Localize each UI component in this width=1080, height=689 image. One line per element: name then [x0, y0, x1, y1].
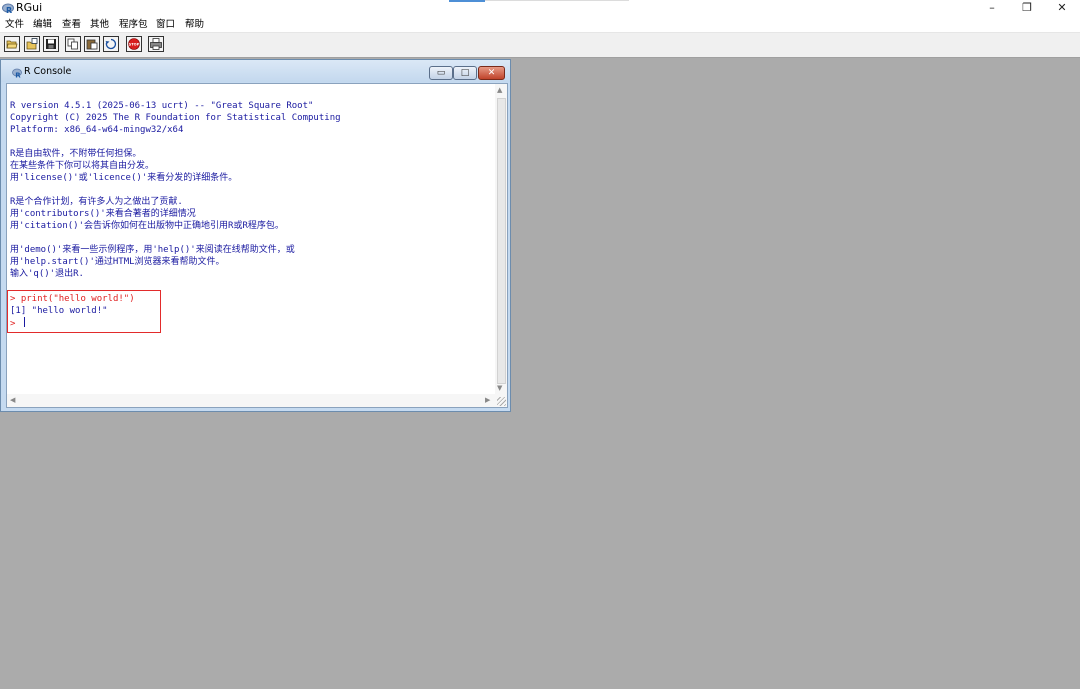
resize-grip-icon[interactable]	[497, 397, 506, 406]
copy-paste-icon	[105, 38, 117, 50]
r-console-window: R R Console ▭ □ ✕ R version 4.5.1 (2025-…	[0, 59, 511, 412]
svg-text:R: R	[6, 6, 12, 14]
highlight-box	[7, 290, 161, 333]
console-line: 用'help.start()'通过HTML浏览器来看帮助文件。	[10, 257, 225, 267]
console-line: Copyright (C) 2025 The R Foundation for …	[10, 113, 341, 123]
scroll-down-icon[interactable]: ▼	[497, 384, 502, 392]
toolbar: STOP	[0, 33, 1080, 58]
console-close-button[interactable]: ✕	[478, 66, 505, 80]
console-line: Platform: x86_64-w64-mingw32/x64	[10, 125, 184, 135]
save-workspace-icon	[46, 39, 56, 49]
scroll-up-icon[interactable]: ▲	[497, 86, 502, 94]
menu-bar: 文件 编辑 查看 其他 程序包 窗口 帮助	[0, 17, 1080, 33]
open-script-icon	[6, 40, 18, 49]
stop-label: STOP	[129, 43, 140, 47]
title-accent-line	[449, 0, 629, 2]
print-button[interactable]	[148, 36, 164, 52]
menu-file[interactable]: 文件	[3, 17, 26, 32]
print-icon	[150, 38, 162, 50]
copy-paste-button[interactable]	[103, 36, 119, 52]
load-workspace-button[interactable]	[24, 36, 40, 52]
console-line: 在某些条件下你可以将其自由分发。	[10, 161, 155, 171]
copy-icon	[67, 38, 78, 50]
stop-icon: STOP	[128, 38, 140, 50]
save-workspace-button[interactable]	[43, 36, 59, 52]
console-line: 用'demo()'来看一些示例程序，用'help()'来阅读在线帮助文件，或	[10, 245, 295, 255]
menu-misc[interactable]: 其他	[88, 17, 111, 32]
vertical-scroll-thumb[interactable]	[497, 98, 506, 384]
console-line: 用'citation()'会告诉你如何在出版物中正确地引用R或R程序包。	[10, 221, 284, 231]
console-line: R是自由软件，不附带任何担保。	[10, 149, 142, 159]
console-title: R Console	[24, 66, 72, 77]
console-line: 输入'q()'退出R.	[10, 269, 84, 279]
scroll-left-icon[interactable]: ◀	[10, 396, 15, 404]
rgui-app: R RGui – ❐ ✕ 文件 编辑 查看 其他 程序包 窗口 帮助 STOP …	[0, 0, 1080, 689]
stop-button[interactable]: STOP	[126, 36, 142, 52]
paste-icon	[86, 39, 98, 50]
console-maximize-button[interactable]: □	[453, 66, 477, 80]
console-line: 用'license()'或'licence()'来看分发的详细条件。	[10, 173, 238, 183]
console-title-bar[interactable]: R R Console ▭ □ ✕	[1, 60, 510, 82]
app-title: RGui	[16, 1, 43, 14]
console-output[interactable]: R version 4.5.1 (2025-06-13 ucrt) -- "Gr…	[6, 83, 508, 408]
console-line: R是个合作计划，有许多人为之做出了贡献.	[10, 197, 183, 207]
menu-help[interactable]: 帮助	[183, 17, 206, 32]
menu-packages[interactable]: 程序包	[117, 17, 150, 32]
console-line: 用'contributors()'来看合著者的详细情况	[10, 209, 196, 219]
menu-view[interactable]: 查看	[60, 17, 83, 32]
horizontal-scrollbar[interactable]: ◀ ▶	[7, 394, 507, 407]
r-logo-icon: R	[2, 3, 14, 14]
load-workspace-icon	[26, 38, 38, 50]
close-button[interactable]: ✕	[1045, 0, 1079, 17]
copy-button[interactable]	[65, 36, 81, 52]
menu-edit[interactable]: 编辑	[31, 17, 54, 32]
title-bar: R RGui – ❐ ✕	[0, 0, 1080, 17]
vertical-scrollbar[interactable]: ▲ ▼	[495, 84, 507, 394]
console-minimize-button[interactable]: ▭	[429, 66, 453, 80]
menu-windows[interactable]: 窗口	[154, 17, 177, 32]
scroll-right-icon[interactable]: ▶	[485, 396, 490, 404]
paste-button[interactable]	[84, 36, 100, 52]
restore-button[interactable]: ❐	[1010, 0, 1044, 17]
open-script-button[interactable]	[4, 36, 20, 52]
console-line: R version 4.5.1 (2025-06-13 ucrt) -- "Gr…	[10, 101, 314, 111]
r-logo-icon: R	[12, 68, 22, 78]
minimize-button[interactable]: –	[975, 0, 1009, 17]
svg-text:R: R	[15, 72, 21, 79]
